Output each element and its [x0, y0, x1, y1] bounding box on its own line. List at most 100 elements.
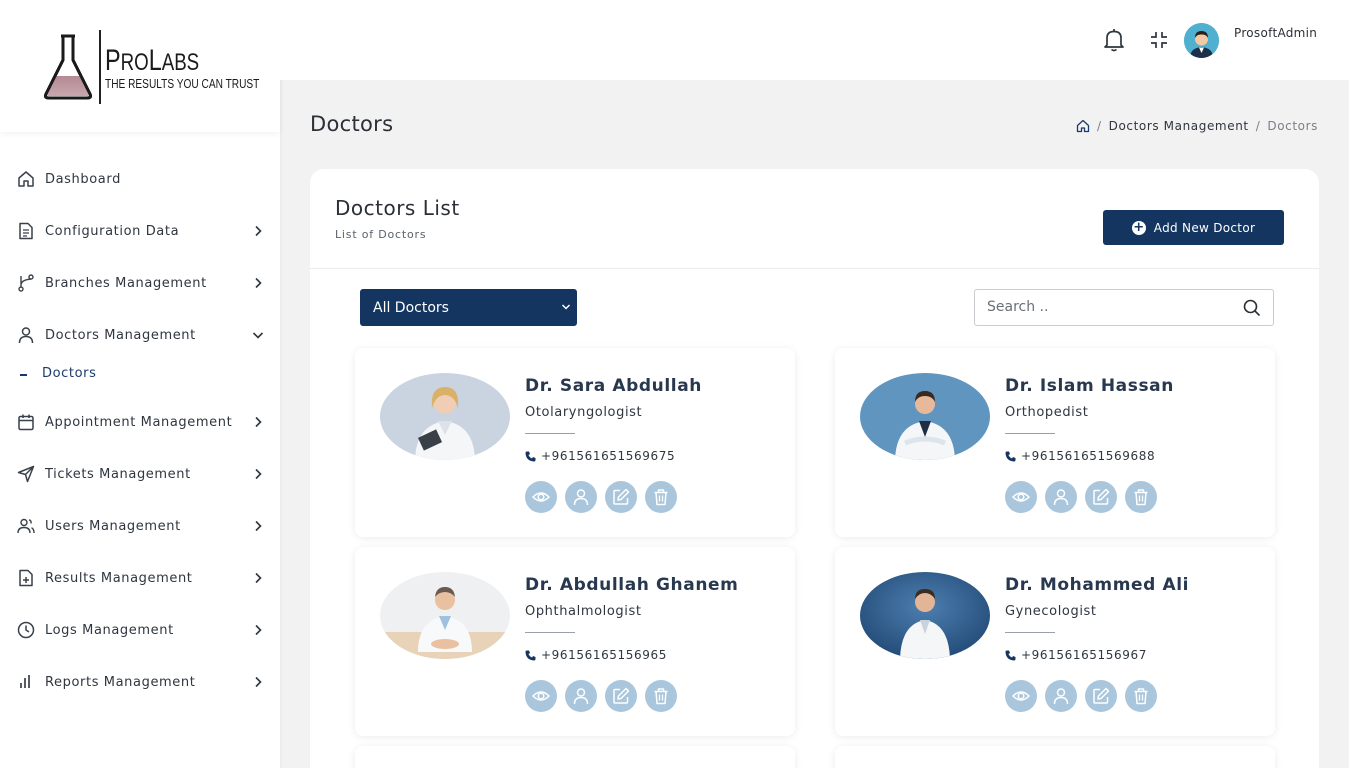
divider: [1005, 433, 1055, 434]
brand-logo[interactable]: PROLABS THE RESULTS YOU CAN TRUST: [0, 0, 280, 132]
eye-icon: [1012, 492, 1030, 502]
delete-button[interactable]: [1125, 481, 1157, 513]
edit-button[interactable]: [1085, 680, 1117, 712]
profile-button[interactable]: [1045, 680, 1077, 712]
view-button[interactable]: [1005, 680, 1037, 712]
doctor-phone: +961561651569675: [525, 449, 675, 463]
phone-icon: [525, 451, 536, 461]
sidebar-item-label: Results Management: [45, 570, 193, 586]
sidebar-item-reports-management[interactable]: Reports Management: [0, 656, 280, 708]
search-box: [974, 289, 1274, 326]
sidebar-item-label: Configuration Data: [45, 223, 180, 239]
profile-button[interactable]: [565, 680, 597, 712]
doctor-filter-select[interactable]: All Doctors: [360, 289, 577, 326]
sidebar-item-label: Users Management: [45, 518, 181, 534]
chevron-right-icon: [255, 225, 262, 237]
doctor-name[interactable]: Dr. Abdullah Ghanem: [525, 575, 738, 595]
breadcrumb-item[interactable]: Doctors Management: [1109, 119, 1249, 133]
sidebar-item-doctors-management[interactable]: Doctors Management: [0, 309, 280, 361]
card-header: Doctors List List of Doctors + Add New D…: [310, 169, 1319, 269]
doctor-phone-number: +96156165156967: [1021, 648, 1147, 662]
doctor-photo: [380, 572, 510, 659]
user-icon: [573, 489, 589, 506]
profile-button[interactable]: [565, 481, 597, 513]
edit-icon: [613, 687, 630, 704]
breadcrumb-separator: /: [1255, 119, 1261, 133]
profile-button[interactable]: [1045, 481, 1077, 513]
page-title: Doctors: [310, 112, 394, 136]
edit-button[interactable]: [605, 481, 637, 513]
clock-icon: [17, 621, 35, 639]
doctor-specialty: Otolaryngologist: [525, 405, 643, 420]
doctor-name[interactable]: Dr. Mohammed Ali: [1005, 575, 1189, 595]
chevron-down-icon: [561, 304, 571, 310]
sidebar-item-users-management[interactable]: Users Management: [0, 500, 280, 552]
divider: [525, 632, 575, 633]
users-icon: [17, 518, 35, 534]
send-icon: [17, 465, 35, 483]
sidebar-item-tickets-management[interactable]: Tickets Management: [0, 448, 280, 500]
doctor-card: Dr. Islam Hassan Orthopedist +9615616515…: [835, 348, 1275, 537]
doctor-actions: [525, 680, 677, 712]
home-icon[interactable]: [1076, 119, 1090, 133]
delete-button[interactable]: [1125, 680, 1157, 712]
doctor-filter-value: All Doctors: [373, 299, 449, 316]
search-input[interactable]: [987, 299, 1227, 315]
sidebar-item-dashboard[interactable]: Dashboard: [0, 153, 280, 205]
trash-icon: [654, 688, 668, 705]
eye-icon: [532, 691, 550, 701]
divider: [1005, 632, 1055, 633]
delete-button[interactable]: [645, 481, 677, 513]
add-new-doctor-button[interactable]: + Add New Doctor: [1103, 210, 1284, 245]
chevron-down-icon: [252, 332, 264, 339]
sidebar-item-appointment-management[interactable]: Appointment Management: [0, 396, 280, 448]
exit-fullscreen-icon[interactable]: [1149, 30, 1169, 50]
doctor-specialty: Ophthalmologist: [525, 604, 642, 619]
top-bar: ProsoftAdmin: [280, 0, 1349, 80]
card-title: Doctors List: [335, 196, 460, 220]
edit-button[interactable]: [605, 680, 637, 712]
chevron-right-icon: [255, 624, 262, 636]
edit-icon: [1093, 488, 1110, 505]
doctors-card: Doctors List List of Doctors + Add New D…: [310, 169, 1319, 768]
avatar[interactable]: [1184, 23, 1219, 58]
doctor-actions: [1005, 481, 1157, 513]
file-plus-icon: [19, 569, 33, 587]
bell-icon[interactable]: [1103, 28, 1125, 52]
doctor-card: Dr. Sara Abdullah Otolaryngologist +9615…: [355, 348, 795, 537]
sidebar-item-logs-management[interactable]: Logs Management: [0, 604, 280, 656]
search-icon[interactable]: [1243, 299, 1261, 317]
sidebar-item-branches-management[interactable]: Branches Management: [0, 257, 280, 309]
phone-icon: [525, 650, 536, 660]
doctor-actions: [1005, 680, 1157, 712]
brand-tagline: THE RESULTS YOU CAN TRUST: [105, 76, 260, 91]
view-button[interactable]: [525, 481, 557, 513]
doctor-name[interactable]: Dr. Sara Abdullah: [525, 376, 702, 396]
sidebar-item-configuration-data[interactable]: Configuration Data: [0, 205, 280, 257]
sidebar-item-label: Appointment Management: [45, 414, 233, 430]
username[interactable]: ProsoftAdmin: [1234, 26, 1317, 40]
doctor-portrait-image: [860, 572, 990, 659]
view-button[interactable]: [525, 680, 557, 712]
sidebar-item-label: Doctors Management: [45, 327, 196, 343]
doctor-portrait-image: [860, 373, 990, 460]
doctor-phone-number: +961561651569675: [541, 449, 676, 463]
sidebar-item-results-management[interactable]: Results Management: [0, 552, 280, 604]
edit-button[interactable]: [1085, 481, 1117, 513]
user-icon: [18, 327, 34, 344]
sidebar-item-label: Logs Management: [45, 622, 174, 638]
sidebar: PROLABS THE RESULTS YOU CAN TRUST Dashbo…: [0, 0, 280, 768]
doctor-name[interactable]: Dr. Islam Hassan: [1005, 376, 1174, 396]
edit-icon: [613, 488, 630, 505]
breadcrumb-item-current: Doctors: [1267, 119, 1318, 133]
flask-icon: [43, 34, 93, 100]
doctor-card: Dr. Abdullah Ghanem Ophthalmologist +961…: [355, 547, 795, 736]
card-subtitle: List of Doctors: [335, 228, 427, 241]
calendar-icon: [18, 414, 34, 431]
breadcrumb-separator: /: [1096, 119, 1102, 133]
view-button[interactable]: [1005, 481, 1037, 513]
delete-button[interactable]: [645, 680, 677, 712]
chevron-right-icon: [255, 520, 262, 532]
sidebar-subitem-doctors[interactable]: Doctors: [0, 363, 280, 387]
trash-icon: [1134, 489, 1148, 506]
